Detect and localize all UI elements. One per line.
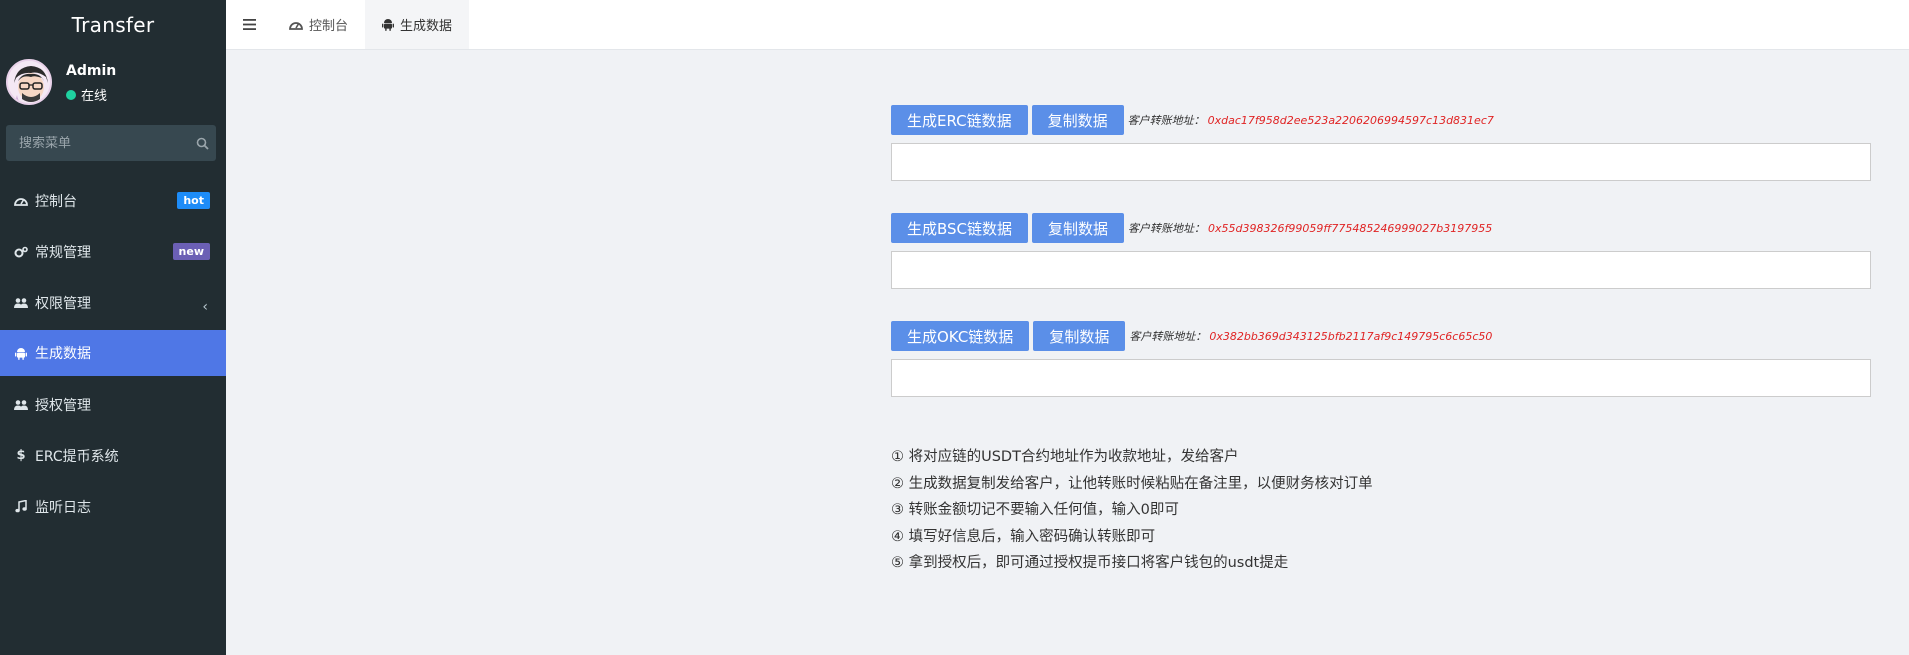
instruction-notes: ① 将对应链的USDT合约地址作为收款地址，发给客户 ② 生成数据复制发给客户，… [891,444,1373,577]
copy-bsc-data-button[interactable]: 复制数据 [1032,213,1125,243]
sidebar-item-general[interactable]: 常规管理 new [0,226,226,277]
sidebar-item-authorization[interactable]: 授权管理 [0,379,226,430]
note-line: ③ 转账金额切记不要输入任何值，输入0即可 [891,502,1179,518]
generate-erc-data-button[interactable]: 生成ERC链数据 [891,105,1028,135]
tab-label: 生成数据 [400,19,453,34]
users-icon [14,296,28,310]
copy-erc-data-button[interactable]: 复制数据 [1031,105,1124,135]
sidebar-item-label: 授权管理 [35,397,91,414]
okc-data-output[interactable] [891,359,1871,397]
tab-generate-data[interactable]: 生成数据 [365,0,470,49]
sidebar-item-label: 生成数据 [35,346,91,362]
hamburger-icon [242,15,256,34]
erc-data-output[interactable] [891,143,1871,181]
online-status-dot [66,89,76,100]
dollar-icon: $ [16,448,26,463]
brand-logo[interactable]: Transfer [0,0,226,50]
chevron-left-icon[interactable]: ‹ [202,299,208,315]
sidebar-item-label: 权限管理 [35,295,91,312]
users-icon [14,398,28,412]
cogs-icon [14,245,28,259]
sidebar-item-label: ERC提币系统 [35,448,119,465]
tab-label: 控制台 [309,19,349,34]
sidebar-item-label: 控制台 [35,193,77,210]
user-panel: Admin 在线 [0,50,226,116]
note-line: ② 生成数据复制发给客户，让他转账时候粘贴在备注里，以便财务核对订单 [891,475,1373,492]
note-line: ⑤ 拿到授权后，即可通过授权提币接口将客户钱包的usdt提走 [891,555,1289,571]
address-label: 客户转账地址： [1129,330,1207,343]
bsc-data-output[interactable] [891,251,1871,289]
sidebar-item-erc-withdraw[interactable]: $ ERC提币系统 [0,430,226,481]
note-line: ④ 填写好信息后，输入密码确认转账即可 [891,528,1156,545]
dashboard-icon [14,194,28,208]
bsc-chain-section: 生成BSC链数据 复制数据 客户转账地址： 0x55d398326f99059f… [891,213,1871,289]
user-status: 在线 [66,85,107,104]
erc-chain-section: 生成ERC链数据 复制数据 客户转账地址： 0xdac17f958d2ee523… [891,105,1871,181]
new-badge: new [172,243,210,260]
sidebar-item-monitor-log[interactable]: 监听日志 [0,481,226,532]
menu-search [6,125,216,161]
sidebar-item-label: 监听日志 [35,499,91,516]
top-navbar: 控制台 生成数据 [226,0,1909,50]
avatar[interactable] [6,59,52,105]
tab-dashboard[interactable]: 控制台 [272,0,365,49]
okc-address: 0x382bb369d343125bfb2117af9c149795c6c65c… [1209,329,1493,343]
hot-badge: hot [177,192,210,209]
search-input[interactable] [6,135,189,151]
music-icon [14,500,28,514]
generate-bsc-data-button[interactable]: 生成BSC链数据 [891,213,1029,243]
note-line: ① 将对应链的USDT合约地址作为收款地址，发给客户 [891,449,1239,465]
search-icon[interactable] [189,137,216,150]
address-label: 客户转账地址： [1128,222,1206,235]
user-name: Admin [66,63,117,79]
sidebar-item-permissions[interactable]: 权限管理 ‹ [0,277,226,328]
copy-okc-data-button[interactable]: 复制数据 [1033,321,1126,351]
sidebar-menu: 控制台 hot 常规管理 new 权限管理 ‹ 生成数据 授权管理 $ ERC提… [0,175,226,532]
sidebar-item-dashboard[interactable]: 控制台 hot [0,175,226,226]
dashboard-icon [289,19,303,31]
bsc-address: 0x55d398326f99059ff775485246999027b31979… [1208,221,1493,235]
android-icon [14,346,28,360]
address-label: 客户转账地址： [1127,114,1205,127]
erc-address: 0xdac17f958d2ee523a2206206994597c13d831e… [1207,113,1494,127]
sidebar-item-generate-data[interactable]: 生成数据 [0,330,226,376]
okc-chain-section: 生成OKC链数据 复制数据 客户转账地址： 0x382bb369d343125b… [891,321,1871,397]
sidebar-toggle-button[interactable] [226,0,272,49]
status-text: 在线 [81,89,108,104]
sidebar-item-label: 常规管理 [35,244,91,261]
sidebar: Transfer Admin 在线 搜索菜单 控制台 hot 常规管理 new … [0,0,226,655]
android-icon [382,18,395,31]
generate-okc-data-button[interactable]: 生成OKC链数据 [891,321,1030,351]
